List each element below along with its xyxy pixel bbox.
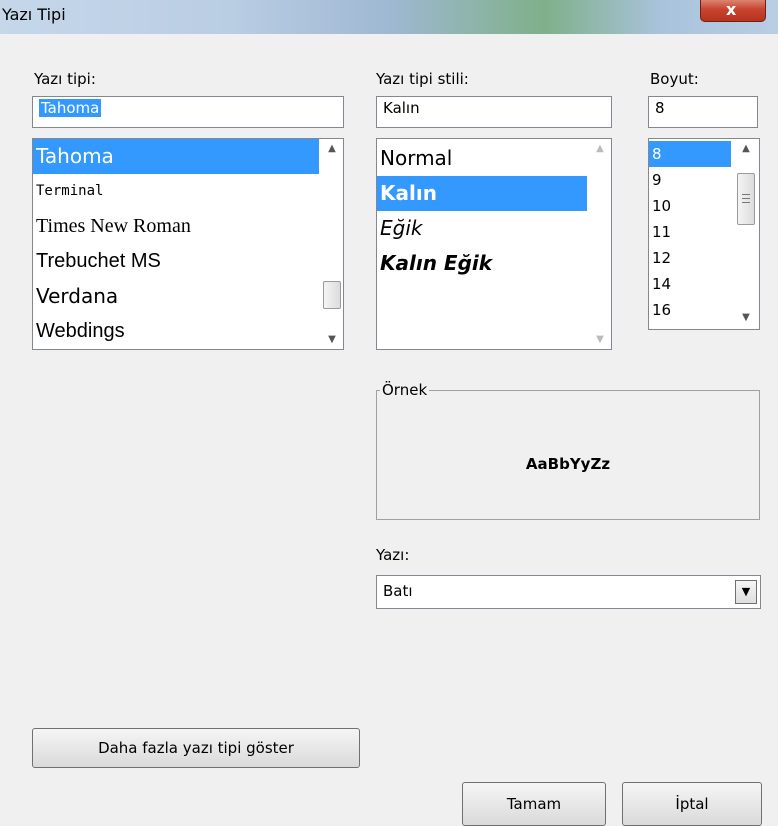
size-list[interactable]: 16 14 12 11 10 9 8 ▲ ▼ [648, 138, 760, 330]
list-item[interactable]: Trebuchet MS [33, 244, 319, 279]
cancel-button[interactable]: İptal [622, 782, 762, 826]
font-list-scrollbar[interactable]: ▲ ▼ [321, 139, 343, 349]
list-item[interactable]: Eğik [377, 211, 587, 246]
window-title: Yazı Tipi [2, 5, 66, 24]
list-item[interactable]: 14 [649, 271, 731, 297]
style-input-value: Kalın [383, 99, 420, 117]
style-label: Yazı tipi stili: [376, 70, 469, 88]
list-item[interactable]: 8 [649, 141, 731, 167]
sample-text: AaBbYyZz [525, 455, 611, 473]
chevron-down-icon[interactable]: ▼ [735, 580, 757, 604]
list-item[interactable]: Times New Roman [33, 209, 319, 244]
size-label: Boyut: [650, 70, 699, 88]
title-bar: Yazı Tipi x [0, 0, 778, 34]
scroll-up-icon[interactable]: ▲ [589, 143, 611, 154]
close-button[interactable]: x [700, 0, 766, 22]
script-select-value: Batı [383, 582, 413, 600]
list-item[interactable]: 10 [649, 193, 731, 219]
list-item[interactable]: Normal [377, 141, 587, 176]
script-label: Yazı: [376, 546, 410, 564]
scroll-thumb[interactable] [737, 173, 755, 225]
scroll-down-icon[interactable]: ▼ [733, 312, 759, 323]
list-item[interactable]: Tahoma [33, 139, 319, 174]
more-fonts-button[interactable]: Daha fazla yazı tipi göster [32, 728, 360, 768]
list-item[interactable]: Kalın Eğik [377, 246, 587, 281]
list-item[interactable]: Verdana [33, 279, 319, 314]
list-item[interactable]: Kalın [377, 176, 587, 211]
scroll-down-icon[interactable]: ▼ [589, 334, 611, 345]
list-item[interactable]: 16 [649, 297, 731, 323]
scroll-up-icon[interactable]: ▲ [321, 143, 343, 154]
font-input[interactable]: Tahoma [32, 96, 344, 128]
list-item[interactable]: 11 [649, 219, 731, 245]
font-list[interactable]: Webdings Verdana Trebuchet MS Times New Rom… [32, 138, 344, 350]
scroll-up-icon[interactable]: ▲ [733, 143, 759, 154]
size-input-value: 8 [655, 99, 665, 117]
list-item[interactable]: 12 [649, 245, 731, 271]
script-select[interactable]: Batı ▼ [376, 575, 761, 609]
style-input[interactable]: Kalın [376, 96, 612, 128]
list-item[interactable]: 9 [649, 167, 731, 193]
size-list-scrollbar[interactable]: ▲ ▼ [733, 139, 759, 329]
style-list-scrollbar[interactable]: ▲ ▼ [589, 139, 611, 349]
list-item[interactable]: Terminal [33, 174, 319, 209]
font-label: Yazı tipi: [34, 70, 96, 88]
size-input[interactable]: 8 [648, 96, 758, 128]
scroll-down-icon[interactable]: ▼ [321, 334, 343, 345]
list-item[interactable]: Webdings [33, 314, 319, 349]
font-input-value: Tahoma [39, 99, 102, 117]
scroll-thumb[interactable] [323, 281, 341, 309]
close-icon: x [726, 0, 737, 19]
ok-button[interactable]: Tamam [462, 782, 606, 826]
style-list[interactable]: Kalın Eğik Eğik Kalın Normal ▲ ▼ [376, 138, 612, 350]
sample-group-label: Örnek [380, 381, 430, 399]
